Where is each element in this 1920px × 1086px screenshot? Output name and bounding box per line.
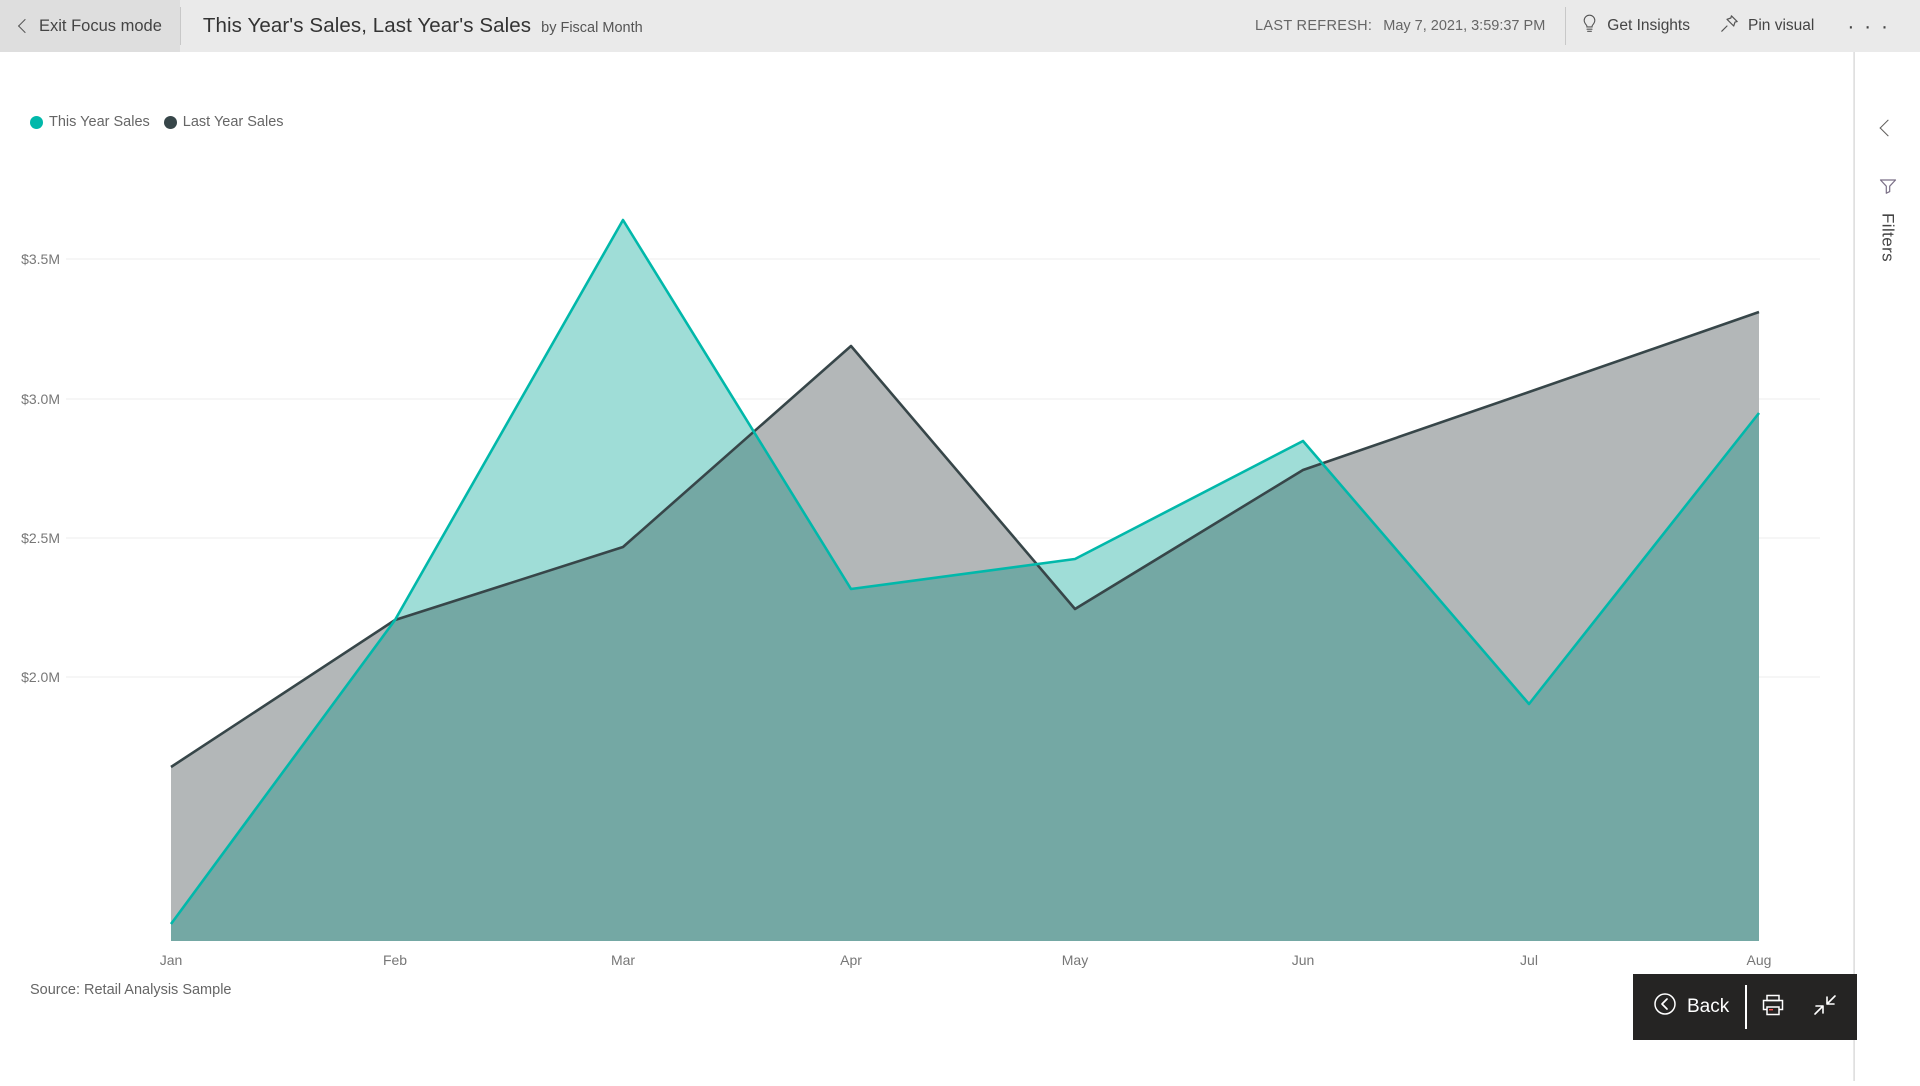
exit-focus-mode-button[interactable]: Exit Focus mode	[0, 0, 180, 52]
x-axis-tick-label: May	[1061, 952, 1089, 968]
y-axis-tick-label: $2.5M	[21, 530, 60, 546]
x-axis-tick-label: Jun	[1291, 952, 1315, 968]
focus-mode-page: Exit Focus mode This Year's Sales, Last …	[0, 0, 1920, 1081]
ellipsis-icon: · · ·	[1847, 14, 1890, 38]
back-button-label: Back	[1687, 996, 1730, 1017]
circle-arrow-left-icon	[1653, 992, 1677, 1022]
x-axis-tick-label: Jul	[1520, 952, 1538, 968]
back-button[interactable]: Back	[1633, 974, 1745, 1040]
y-axis-tick-label: $2.0M	[21, 669, 60, 685]
last-refresh-label: LAST REFRESH:	[1255, 18, 1373, 34]
header-left-group: Exit Focus mode This Year's Sales, Last …	[0, 0, 643, 52]
visual-header-bar: Exit Focus mode This Year's Sales, Last …	[0, 0, 1920, 52]
header-right-group: LAST REFRESH: May 7, 2021, 3:59:37 PM Ge…	[1255, 0, 1920, 52]
print-button[interactable]	[1747, 974, 1799, 1040]
chart-source-caption: Source: Retail Analysis Sample	[30, 982, 232, 998]
filters-pane-label: Filters	[1878, 213, 1898, 263]
y-axis-tick-label: $3.5M	[21, 251, 60, 267]
printer-icon	[1760, 992, 1786, 1023]
chart-svg	[66, 218, 1820, 941]
collapse-arrows-icon	[1812, 992, 1838, 1023]
x-axis-tick-label: Jan	[159, 952, 183, 968]
x-axis-tick-label: Apr	[840, 952, 862, 968]
page-subtitle: by Fiscal Month	[541, 20, 643, 36]
pin-icon	[1720, 14, 1739, 38]
pin-visual-button[interactable]: Pin visual	[1705, 0, 1829, 52]
filters-pane-collapsed: Filters	[1854, 52, 1920, 1081]
pin-visual-label: Pin visual	[1748, 17, 1815, 34]
last-refresh-info: LAST REFRESH: May 7, 2021, 3:59:37 PM	[1255, 18, 1565, 34]
last-refresh-timestamp: May 7, 2021, 3:59:37 PM	[1383, 18, 1546, 34]
visual-title-group: This Year's Sales, Last Year's Sales by …	[181, 14, 643, 38]
chevron-left-icon	[17, 18, 33, 34]
exit-fullscreen-button[interactable]	[1799, 974, 1851, 1040]
more-options-button[interactable]: · · ·	[1829, 0, 1908, 52]
visual-canvas: This Year Sales Last Year Sales $3.5M $3.…	[0, 52, 1854, 1081]
chevron-left-icon[interactable]	[1879, 119, 1896, 137]
x-axis-tick-label: Feb	[382, 952, 408, 968]
x-axis-tick-label: Mar	[610, 952, 636, 968]
get-insights-button[interactable]: Get Insights	[1566, 0, 1705, 52]
exit-focus-mode-label: Exit Focus mode	[39, 16, 162, 35]
y-axis-tick-label: $3.0M	[21, 391, 60, 407]
get-insights-label: Get Insights	[1607, 17, 1690, 34]
page-title: This Year's Sales, Last Year's Sales	[202, 14, 532, 37]
focus-mode-toolbar: Back	[1633, 974, 1857, 1040]
funnel-icon[interactable]	[1879, 178, 1897, 199]
lightbulb-icon	[1581, 14, 1598, 38]
area-chart-plot[interactable]: $3.5M $3.0M $2.5M $2.0M Jan Feb Mar Apr May Jun Ju…	[0, 52, 1854, 1081]
x-axis-tick-label: Aug	[1746, 952, 1772, 968]
